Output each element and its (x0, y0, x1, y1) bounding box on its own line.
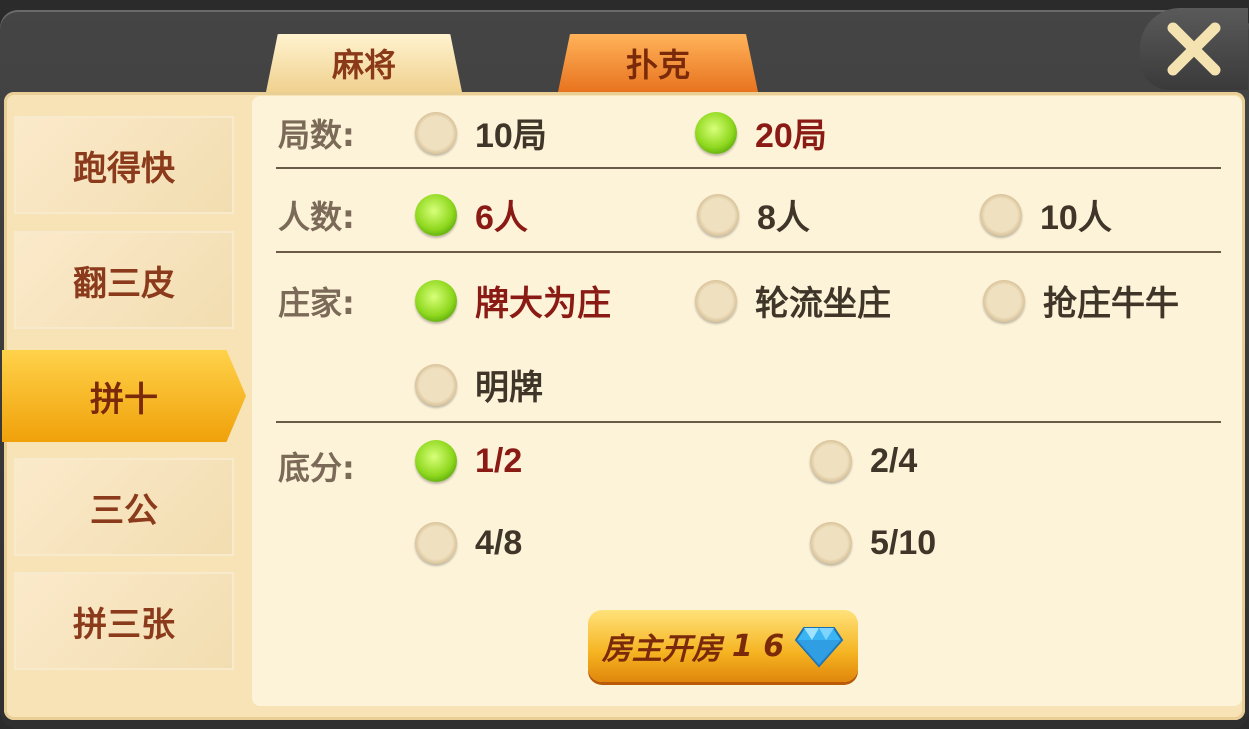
banker-option-label: 牌大为庄 (475, 285, 611, 323)
base-score-option-5-10[interactable]: 5/10 (810, 522, 936, 564)
radio-button-selected[interactable] (415, 279, 457, 322)
create-room-cost: 1 6 (731, 628, 785, 664)
rounds-option-20[interactable]: 20局 (695, 108, 827, 157)
sidebar-item-pinsanzhang[interactable]: 拼三张 (14, 572, 234, 670)
diamond-icon (794, 627, 844, 668)
tab-poker[interactable]: 扑克 (558, 34, 758, 92)
create-room-label: 房主开房 (601, 632, 722, 667)
players-option-10[interactable]: 10人 (980, 190, 1112, 239)
players-label: 人数: (278, 198, 355, 236)
base-score-option-1-2[interactable]: 1/2 (415, 440, 522, 482)
base-score-option-2-4[interactable]: 2/4 (810, 440, 917, 482)
radio-button[interactable] (810, 522, 852, 564)
players-option-label: 6人 (475, 199, 528, 237)
banker-option-biggest[interactable]: 牌大为庄 (415, 276, 611, 325)
base-score-option-label: 2/4 (870, 441, 918, 480)
radio-button[interactable] (980, 193, 1022, 236)
banker-option-label: 轮流坐庄 (755, 285, 891, 323)
close-button[interactable] (1140, 8, 1248, 90)
tab-mahjong[interactable]: 麻将 (266, 34, 462, 92)
rounds-label: 局数: (278, 116, 355, 154)
banker-option-label: 抢庄牛牛 (1043, 285, 1179, 323)
radio-button-selected[interactable] (415, 440, 457, 482)
divider (276, 251, 1221, 253)
close-icon (1167, 22, 1221, 76)
base-score-option-label: 5/10 (870, 523, 937, 562)
banker-option-open[interactable]: 明牌 (415, 360, 543, 409)
players-option-8[interactable]: 8人 (697, 190, 810, 239)
rounds-option-label: 10局 (475, 117, 547, 155)
rounds-option-label: 20局 (755, 117, 827, 155)
banker-label: 庄家: (278, 284, 355, 322)
sidebar-item-fansanpi[interactable]: 翻三皮 (14, 231, 234, 329)
rounds-option-10[interactable]: 10局 (415, 108, 547, 157)
radio-button[interactable] (415, 111, 457, 154)
players-option-6[interactable]: 6人 (415, 190, 528, 239)
sidebar-item-sangong[interactable]: 三公 (14, 458, 234, 556)
radio-button-selected[interactable] (695, 111, 737, 154)
players-option-label: 10人 (1040, 199, 1112, 237)
sidebar-item-paodekuai[interactable]: 跑得快 (14, 116, 234, 214)
banker-option-grab[interactable]: 抢庄牛牛 (983, 276, 1179, 325)
radio-button-selected[interactable] (415, 193, 457, 236)
radio-button[interactable] (695, 279, 737, 322)
players-option-label: 8人 (757, 199, 810, 237)
divider (276, 167, 1221, 169)
radio-button[interactable] (983, 279, 1025, 322)
divider (276, 421, 1221, 423)
radio-button[interactable] (697, 193, 739, 236)
banker-option-rotate[interactable]: 轮流坐庄 (695, 276, 891, 325)
create-room-button[interactable]: 房主开房 1 6 (588, 610, 858, 682)
base-score-label: 底分: (278, 449, 355, 487)
banker-option-label: 明牌 (475, 369, 543, 407)
base-score-option-4-8[interactable]: 4/8 (415, 522, 522, 564)
radio-button[interactable] (415, 363, 457, 406)
radio-button[interactable] (415, 522, 457, 564)
base-score-option-label: 1/2 (475, 441, 523, 480)
base-score-option-label: 4/8 (475, 523, 523, 562)
radio-button[interactable] (810, 440, 852, 482)
sidebar-item-pinshi[interactable]: 拼十 (2, 350, 246, 442)
